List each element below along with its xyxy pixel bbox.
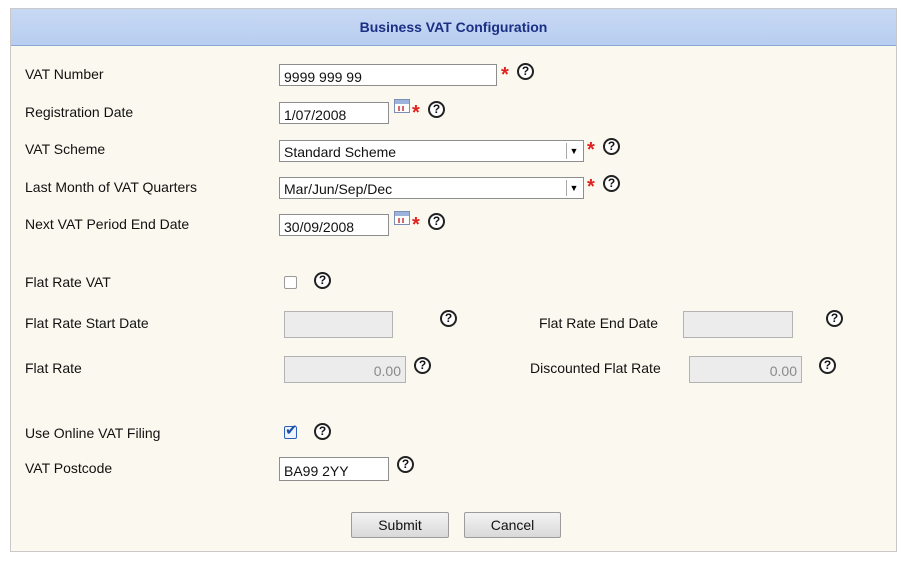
online-filing-label: Use Online VAT Filing xyxy=(25,425,161,441)
discounted-flat-rate-input[interactable] xyxy=(689,356,802,383)
vat-postcode-input[interactable] xyxy=(279,457,389,481)
flat-rate-end-label: Flat Rate End Date xyxy=(539,315,659,331)
registration-date-input[interactable] xyxy=(279,102,389,124)
flat-rate-start-input[interactable] xyxy=(284,311,393,338)
vat-number-label: VAT Number xyxy=(25,66,104,82)
vat-scheme-label: VAT Scheme xyxy=(25,141,106,157)
vat-number-required-mark: * xyxy=(501,64,509,86)
flat-rate-vat-help-icon[interactable]: ? xyxy=(314,272,331,289)
last-month-quarters-selected-value: Mar/Jun/Sep/Dec xyxy=(284,181,393,197)
chevron-down-icon: ▼ xyxy=(566,180,581,196)
registration-date-required-mark: * xyxy=(412,102,420,124)
discounted-flat-rate-label: Discounted Flat Rate xyxy=(530,360,661,376)
vat-scheme-required-mark: * xyxy=(587,139,595,161)
vat-scheme-selected-value: Standard Scheme xyxy=(284,144,397,160)
vat-postcode-label: VAT Postcode xyxy=(25,460,113,476)
next-period-end-calendar-icon[interactable] xyxy=(394,211,410,225)
online-filing-checkbox[interactable]: ✔ xyxy=(284,422,298,439)
chevron-down-icon: ▼ xyxy=(566,143,581,159)
next-period-end-label: Next VAT Period End Date xyxy=(25,216,190,232)
vat-number-input[interactable] xyxy=(279,64,497,86)
discounted-flat-rate-help-icon[interactable]: ? xyxy=(819,357,836,374)
flat-rate-input[interactable] xyxy=(284,356,406,383)
flat-rate-help-icon[interactable]: ? xyxy=(414,357,431,374)
submit-button[interactable]: Submit xyxy=(351,512,449,538)
flat-rate-end-input[interactable] xyxy=(683,311,793,338)
next-period-end-help-icon[interactable]: ? xyxy=(428,213,445,230)
form-title: Business VAT Configuration xyxy=(11,9,896,46)
last-month-quarters-select[interactable]: Mar/Jun/Sep/Dec ▼ xyxy=(279,177,584,199)
registration-date-help-icon[interactable]: ? xyxy=(428,101,445,118)
registration-date-label: Registration Date xyxy=(25,104,134,120)
vat-number-help-icon[interactable]: ? xyxy=(517,63,534,80)
flat-rate-start-help-icon[interactable]: ? xyxy=(440,310,457,327)
check-icon: ✔ xyxy=(285,422,298,439)
vat-scheme-help-icon[interactable]: ? xyxy=(603,138,620,155)
next-period-end-required-mark: * xyxy=(412,214,420,236)
last-month-quarters-help-icon[interactable]: ? xyxy=(603,175,620,192)
flat-rate-vat-checkbox[interactable] xyxy=(284,276,297,289)
online-filing-help-icon[interactable]: ? xyxy=(314,423,331,440)
registration-date-calendar-icon[interactable] xyxy=(394,99,410,113)
flat-rate-end-help-icon[interactable]: ? xyxy=(826,310,843,327)
last-month-quarters-label: Last Month of VAT Quarters xyxy=(25,179,197,195)
flat-rate-vat-label: Flat Rate VAT xyxy=(25,274,111,290)
last-month-quarters-required-mark: * xyxy=(587,176,595,198)
cancel-button[interactable]: Cancel xyxy=(464,512,561,538)
vat-config-panel: Business VAT Configuration VAT Number * … xyxy=(10,8,897,552)
flat-rate-start-label: Flat Rate Start Date xyxy=(25,315,149,331)
flat-rate-label: Flat Rate xyxy=(25,360,82,376)
vat-postcode-help-icon[interactable]: ? xyxy=(397,456,414,473)
next-period-end-input[interactable] xyxy=(279,214,389,236)
vat-scheme-select[interactable]: Standard Scheme ▼ xyxy=(279,140,584,162)
